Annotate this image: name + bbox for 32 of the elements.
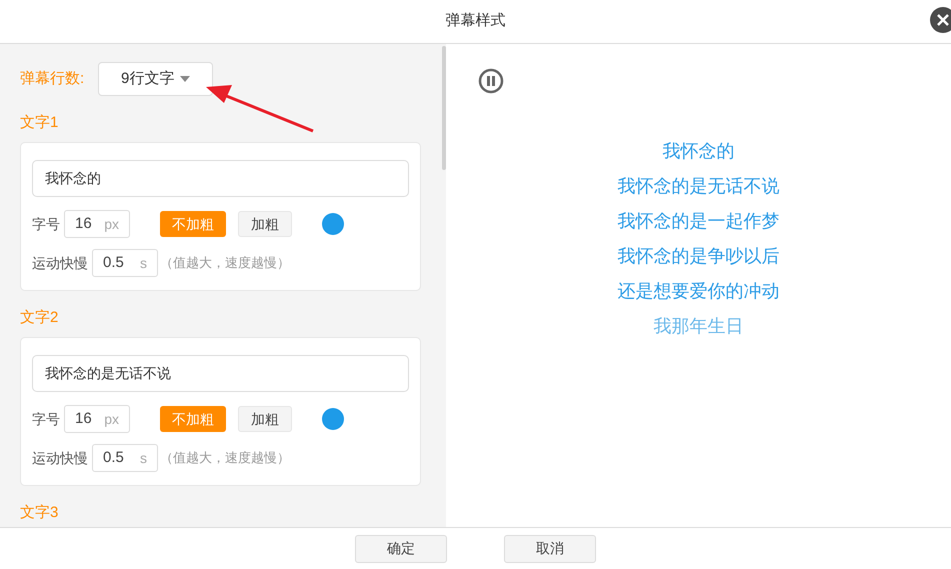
preview-line: 我怀念的是无话不说 [618,175,780,198]
section-heading: 文字2 [20,308,60,328]
size-field[interactable]: 16 px [64,210,130,238]
dialog-button[interactable]: 取消 [504,534,596,562]
preview-line: 我那年生日 [654,315,744,338]
dialog-button[interactable]: 确定 [355,534,447,562]
weight-option[interactable]: 加粗 [238,406,292,432]
preview-line: 我怀念的 [662,140,734,163]
rows-label: 弹幕行数: [20,68,84,89]
preview-line: 我怀念的是一起作梦 [618,210,780,233]
preview-line: 还是想要爱你的冲动 [618,280,780,303]
rows-dropdown[interactable]: 9行文字 [98,62,214,96]
speed-field[interactable]: 0.5 s [92,249,158,277]
speed-hint: （值越大，速度越慢） [160,449,290,468]
pause-icon[interactable] [478,68,504,94]
size-label: 字号 [32,214,60,234]
text-input[interactable]: 我怀念的 [32,160,409,197]
speed-label: 运动快慢 [32,254,88,272]
section-heading: 文字1 [20,113,60,133]
text-input[interactable]: 我怀念的是无话不说 [32,355,409,392]
window-title: 弹幕样式 [446,11,506,32]
size-field[interactable]: 16 px [64,405,130,433]
speed-hint: （值越大，速度越慢） [160,254,290,272]
speed-label: 运动快慢 [32,448,88,468]
close-icon[interactable] [929,6,951,34]
section-heading: 文字3 [20,503,60,523]
size-label: 字号 [32,410,60,428]
scrollbar[interactable] [442,46,446,170]
speed-field[interactable]: 0.5 s [92,444,158,472]
caret-icon [180,76,190,82]
preview-line: 我怀念的是争吵以后 [618,245,780,268]
weight-option[interactable]: 加粗 [238,211,292,237]
